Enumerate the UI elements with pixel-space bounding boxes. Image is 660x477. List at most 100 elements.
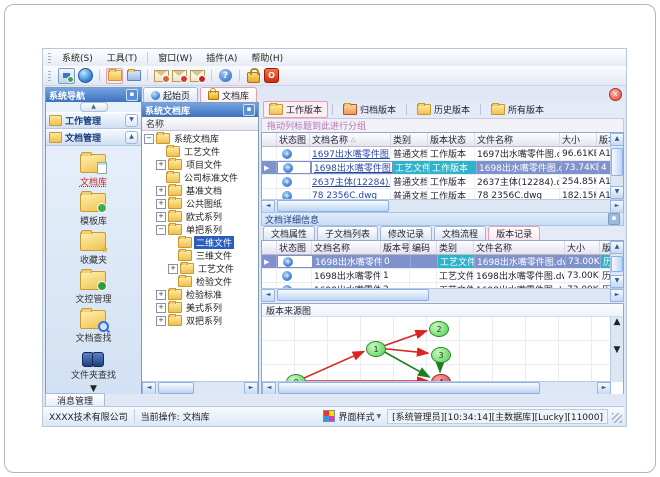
- tree-column-header[interactable]: 名称: [142, 117, 258, 131]
- col-size[interactable]: 大小: [560, 133, 597, 146]
- mail-icon[interactable]: [154, 69, 170, 83]
- col-category[interactable]: 类别: [391, 133, 428, 146]
- table-vertical-scrollbar[interactable]: ▲ ▼: [610, 133, 623, 199]
- sidebar-group-work[interactable]: 工作管理 ▼: [46, 112, 141, 129]
- col-category[interactable]: 类别: [437, 241, 474, 254]
- toolbar-separator: [211, 70, 212, 81]
- exit-icon[interactable]: O: [264, 68, 279, 83]
- chevron-up-icon[interactable]: ▲: [79, 102, 108, 112]
- lock-icon[interactable]: [246, 68, 261, 83]
- folder-icon: [417, 103, 432, 115]
- menubar-grip[interactable]: [48, 52, 51, 63]
- tree-item[interactable]: + 双把系列: [142, 314, 258, 327]
- sidebar-item-foldersearch[interactable]: 文件夹查找: [71, 349, 116, 381]
- sidebar-item-template[interactable]: 模板库: [80, 191, 108, 227]
- graph-node[interactable]: 3: [431, 347, 451, 363]
- graph-node[interactable]: 2: [429, 321, 449, 337]
- col-code[interactable]: 编码: [410, 241, 437, 254]
- tab-doc-flow[interactable]: 文档流程: [434, 226, 487, 240]
- folder-icon: [491, 103, 506, 115]
- graph-horizontal-scrollbar[interactable]: ◄ ►: [262, 381, 611, 395]
- sidebar-item-doccontrol[interactable]: 文控管理: [75, 269, 112, 305]
- graph-canvas[interactable]: 01234: [262, 317, 611, 382]
- tab-modify-record[interactable]: 修改记录: [380, 226, 433, 240]
- tree-item[interactable]: 三维文件: [142, 249, 258, 262]
- tab-subdoc-list[interactable]: 子文档列表: [317, 226, 379, 240]
- tree-title: 系统文档库: [145, 106, 191, 117]
- chevron-down-icon[interactable]: ▼: [90, 384, 97, 394]
- folder-icon: [269, 103, 283, 115]
- help-icon[interactable]: ?: [218, 69, 233, 83]
- col-docname[interactable]: 文档名称 △: [310, 133, 391, 146]
- menu-bar: 系统(S) 工具(T) 窗口(W) 插件(A) 帮助(H): [43, 49, 626, 67]
- tree-item[interactable]: + 工艺文件: [142, 262, 258, 275]
- tab-message-management[interactable]: 消息管理: [45, 393, 105, 407]
- tree-item[interactable]: + 公共图纸: [142, 197, 258, 210]
- col-statusicon[interactable]: 状态图: [277, 133, 310, 146]
- table-horizontal-scrollbar[interactable]: ◄ ►: [261, 199, 624, 213]
- pin-icon[interactable]: ▪: [126, 89, 138, 101]
- pin-icon[interactable]: ▪: [243, 104, 255, 116]
- table-horizontal-scrollbar[interactable]: ◄ ►: [261, 288, 624, 302]
- close-icon[interactable]: x: [609, 88, 622, 101]
- sidebar-item-docsearch[interactable]: 文档查找: [75, 308, 112, 344]
- tree-item[interactable]: + 基准文档: [142, 184, 258, 197]
- tree-item[interactable]: − 系统文档库: [142, 132, 258, 145]
- col-filename[interactable]: 文件名称: [475, 133, 560, 146]
- tree-item[interactable]: − 单把系列: [142, 223, 258, 236]
- tab-doclib[interactable]: 文档库: [200, 87, 258, 102]
- col-versionstatus[interactable]: 版本状态: [428, 133, 475, 146]
- tree-horizontal-scrollbar[interactable]: ◄ ►: [142, 381, 258, 395]
- all-version-button[interactable]: 所有版本: [485, 101, 550, 118]
- tree-item[interactable]: + 欧式系列: [142, 210, 258, 223]
- monitor-icon[interactable]: [58, 67, 75, 84]
- col-version[interactable]: 版本号: [381, 241, 410, 254]
- folder-grid-icon[interactable]: [126, 69, 141, 83]
- resize-grip[interactable]: [612, 413, 622, 423]
- menu-tools[interactable]: 工具(T): [100, 50, 145, 65]
- tab-startpage[interactable]: 起始页: [143, 87, 199, 102]
- sidebar-group-document[interactable]: 文档管理 ▲: [46, 129, 141, 146]
- tree-item[interactable]: + 检验标准: [142, 288, 258, 301]
- work-version-button[interactable]: 工作版本: [263, 101, 329, 118]
- menu-plugins[interactable]: 插件(A): [199, 50, 244, 65]
- folder-control-icon: [80, 269, 108, 291]
- folder-open-icon[interactable]: [106, 67, 123, 84]
- tree-item[interactable]: 检验文件: [142, 275, 258, 288]
- col-docname[interactable]: 文档名称: [312, 241, 381, 254]
- sidebar-item-favorites[interactable]: ★ 收藏夹: [80, 230, 108, 266]
- menu-system[interactable]: 系统(S): [55, 50, 100, 65]
- sidebar-item-doclib[interactable]: 文档库: [80, 152, 108, 188]
- graph-vertical-scrollbar[interactable]: ▲ ▼: [610, 317, 623, 382]
- pin-icon[interactable]: ▪: [608, 213, 620, 225]
- table-row-selected[interactable]: ▶ + 1698出水嘴零件图.dwg 0 工艺文件 1698出水嘴零件图.dwg…: [262, 255, 623, 269]
- tree-item[interactable]: 公司标准文件: [142, 171, 258, 184]
- menu-help[interactable]: 帮助(H): [244, 50, 290, 65]
- chevron-down-icon[interactable]: ▼: [125, 114, 138, 127]
- mail-forward-icon[interactable]: [172, 69, 188, 83]
- tree-item-selected[interactable]: 二维文件: [142, 236, 258, 249]
- toolbar-grip[interactable]: [48, 70, 51, 81]
- tab-doc-properties[interactable]: 文档属性: [263, 226, 316, 240]
- tree-item[interactable]: + 美式系列: [142, 301, 258, 314]
- table-row[interactable]: + 2637主体(12284).dwg 普通文档 工作版本 2637主体(122…: [262, 175, 623, 189]
- graph-node[interactable]: 1: [366, 341, 386, 357]
- mail-close-icon[interactable]: [190, 69, 206, 83]
- tree-item[interactable]: 工艺文件: [142, 145, 258, 158]
- archive-version-button[interactable]: 归档版本: [337, 101, 402, 118]
- style-dropdown[interactable]: 界面样式 ▼: [317, 409, 387, 423]
- message-tab-row: 消息管理: [43, 393, 626, 407]
- tab-version-record[interactable]: 版本记录: [488, 226, 541, 240]
- table-vertical-scrollbar[interactable]: ▲ ▼: [610, 241, 623, 288]
- menu-window[interactable]: 窗口(W): [151, 50, 199, 65]
- col-statusicon[interactable]: 状态图: [277, 241, 312, 254]
- history-version-button[interactable]: 历史版本: [411, 101, 476, 118]
- table-row-selected[interactable]: ▶ + 1698出水嘴零件图.dwg 工艺文件 工作版本 1698出水嘴零件图.…: [262, 161, 623, 175]
- col-size[interactable]: 大小: [565, 241, 600, 254]
- table-row[interactable]: + 1697出水嘴零件图.dwg 普通文档 工作版本 1697出水嘴零件图.dw…: [262, 147, 623, 161]
- chevron-up-icon[interactable]: ▲: [125, 131, 138, 144]
- tree-item[interactable]: + 项目文件: [142, 158, 258, 171]
- table-row[interactable]: + 1698出水嘴零件图.dwg 1 工艺文件 1698出水嘴零件图.dwg 7…: [262, 269, 623, 283]
- globe-icon[interactable]: [78, 68, 93, 83]
- col-filename[interactable]: 文件名称: [474, 241, 565, 254]
